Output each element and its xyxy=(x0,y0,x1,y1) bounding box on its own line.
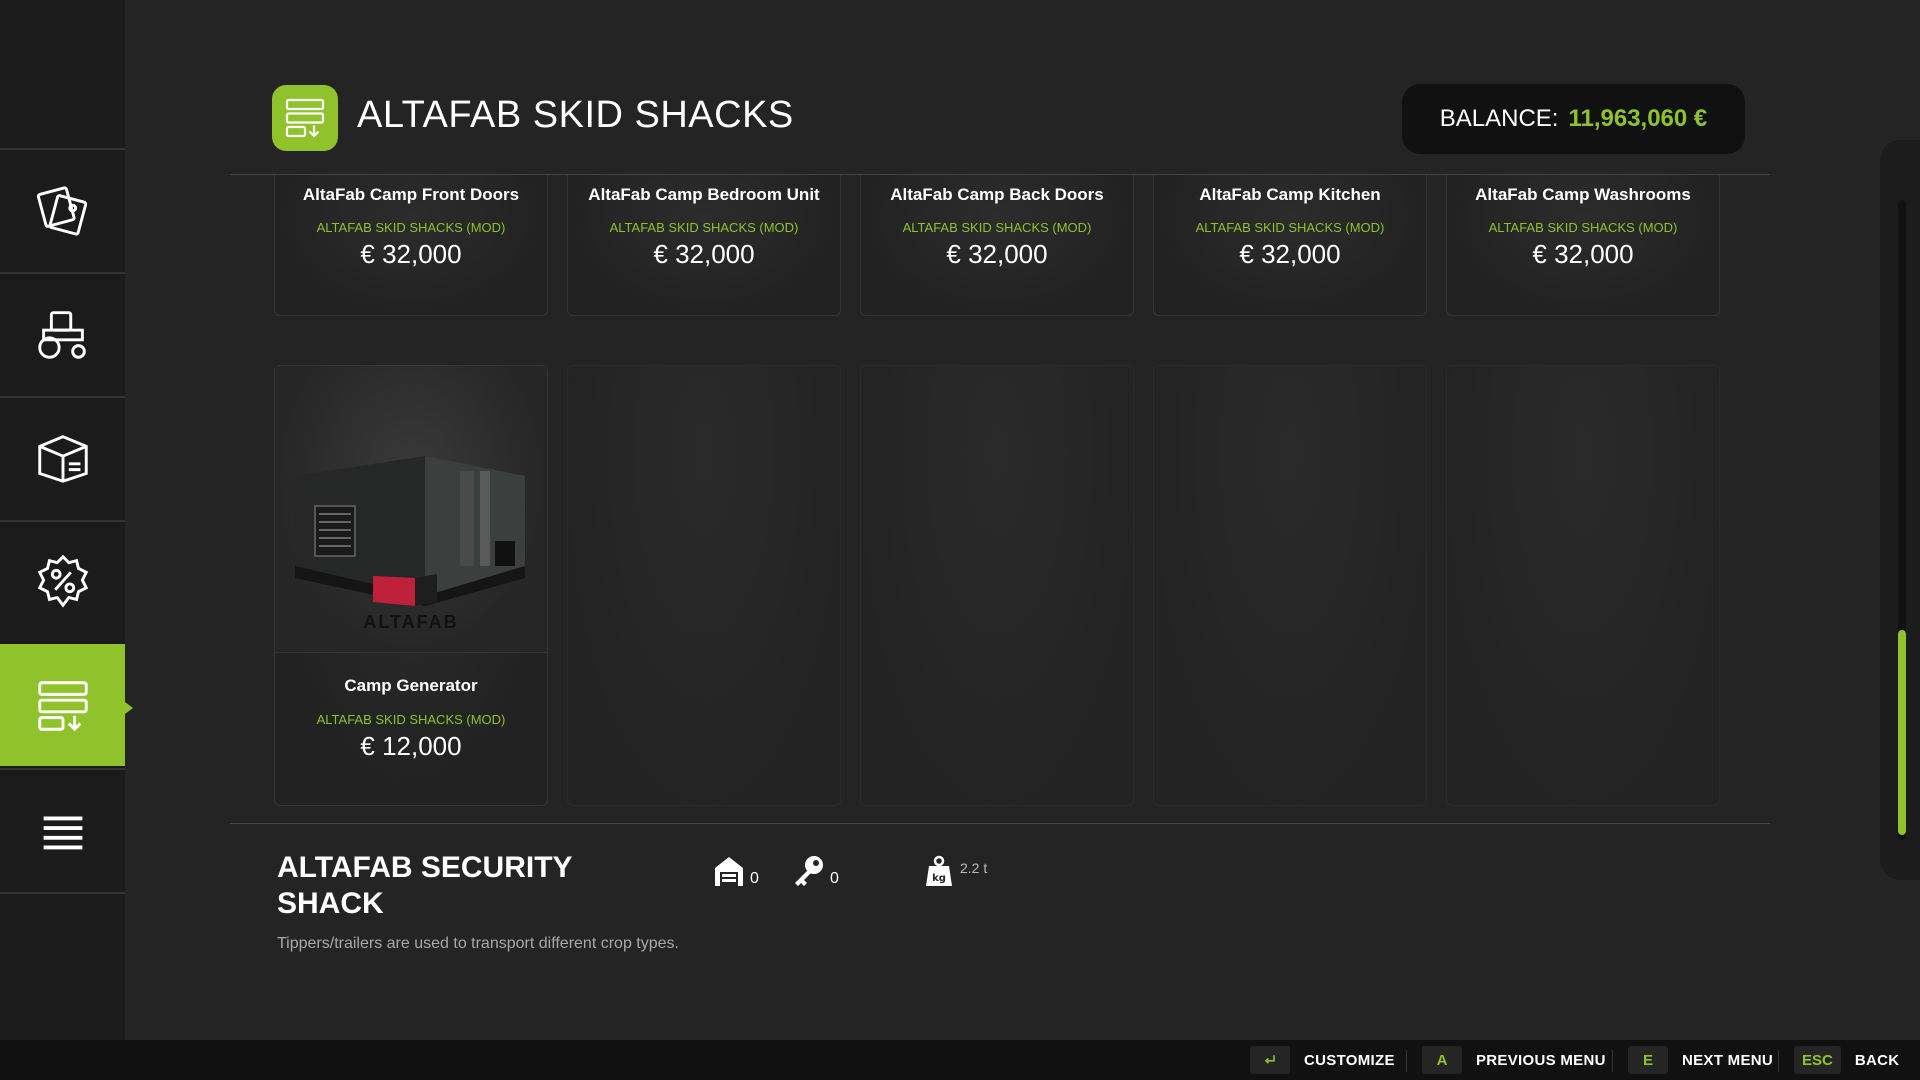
item-name: AltaFab Camp Kitchen xyxy=(1199,185,1381,204)
back-action[interactable]: ESC BACK xyxy=(1794,1040,1899,1080)
item-price: € 32,000 xyxy=(1532,239,1634,269)
previous-menu-label: PREVIOUS MENU xyxy=(1476,1051,1606,1069)
key-badge: E xyxy=(1628,1046,1668,1074)
empty-slot xyxy=(567,365,841,806)
previous-menu-action[interactable]: A PREVIOUS MENU xyxy=(1422,1040,1606,1080)
footer-separator xyxy=(1406,1050,1407,1072)
shop-item-card[interactable]: AltaFab Camp Kitchen ALTAFAB SKID SHACKS… xyxy=(1153,175,1427,316)
shop-item-card-selected[interactable]: ALTAFAB Camp Generator ALTAFAB SKID SHAC… xyxy=(274,365,548,806)
brand-logo-text: ALTAFAB xyxy=(363,612,459,632)
item-price: € 32,000 xyxy=(653,239,755,269)
item-name: AltaFab Camp Front Doors xyxy=(302,185,520,204)
sidebar-item-objects[interactable] xyxy=(0,396,125,518)
item-name: AltaFab Camp Bedroom Unit xyxy=(588,185,820,204)
sidebar-item-vehicles[interactable] xyxy=(0,272,125,394)
detail-title: ALTAFAB SECURITY SHACK xyxy=(277,851,573,920)
balance-value: 11,963,060 € xyxy=(1568,105,1708,132)
sidebar-divider xyxy=(0,892,125,894)
generator-image xyxy=(295,456,525,606)
enter-key-icon xyxy=(1250,1046,1290,1074)
percent-badge-icon xyxy=(37,554,88,608)
footer-separator xyxy=(1612,1050,1613,1072)
item-category: ALTAFAB SKID SHACKS (MOD) xyxy=(902,220,1092,235)
skid-shack-icon xyxy=(37,681,88,732)
key-badge: ESC xyxy=(1794,1046,1841,1074)
back-label: BACK xyxy=(1854,1051,1900,1069)
garage-icon xyxy=(715,857,743,886)
sidebar xyxy=(0,0,133,1040)
weight-value: 2.2 t xyxy=(960,860,988,876)
weight-icon: kg xyxy=(926,855,952,886)
list-icon xyxy=(43,816,82,850)
balance-display: BALANCE: 11,963,060 € xyxy=(1402,84,1745,154)
skid-shack-icon xyxy=(285,98,325,138)
shop-item-card[interactable]: AltaFab Camp Front Doors ALTAFAB SKID SH… xyxy=(274,175,548,316)
tractor-icon xyxy=(37,311,86,359)
shop-item-card[interactable]: AltaFab Camp Bedroom Unit ALTAFAB SKID S… xyxy=(567,175,841,316)
item-price: € 32,000 xyxy=(946,239,1048,269)
key-stat: 0 xyxy=(792,854,839,888)
footer-separator xyxy=(1778,1050,1779,1072)
item-image: ALTAFAB xyxy=(275,366,547,653)
empty-slot xyxy=(1153,365,1427,806)
next-menu-action[interactable]: E NEXT MENU xyxy=(1628,1040,1773,1080)
footer-bar: CUSTOMIZE A PREVIOUS MENU E NEXT MENU ES… xyxy=(0,1040,1920,1080)
customize-label: CUSTOMIZE xyxy=(1304,1051,1395,1069)
key-badge: A xyxy=(1422,1046,1462,1074)
item-price: € 32,000 xyxy=(360,239,462,269)
empty-slot xyxy=(1446,365,1720,806)
next-menu-label: NEXT MENU xyxy=(1682,1051,1774,1069)
detail-divider xyxy=(230,823,1770,824)
item-category: ALTAFAB SKID SHACKS (MOD) xyxy=(316,220,506,235)
key-count: 0 xyxy=(830,870,839,887)
balance-label: BALANCE: xyxy=(1439,105,1559,132)
item-name: AltaFab Camp Back Doors xyxy=(890,185,1104,204)
box-icon xyxy=(37,435,88,483)
item-name: AltaFab Camp Washrooms xyxy=(1475,185,1691,204)
svg-text:kg: kg xyxy=(932,873,946,884)
item-category: ALTAFAB SKID SHACKS (MOD) xyxy=(609,220,799,235)
item-category: ALTAFAB SKID SHACKS (MOD) xyxy=(1195,220,1385,235)
sidebar-item-menu[interactable] xyxy=(0,768,125,890)
category-icon xyxy=(272,85,338,151)
garage-stat: 0 xyxy=(712,854,759,888)
shop-item-card[interactable]: AltaFab Camp Back Doors ALTAFAB SKID SHA… xyxy=(860,175,1134,316)
garage-count: 0 xyxy=(750,870,759,887)
weight-stat: kg 2.2 t xyxy=(922,854,987,888)
shop-item-card[interactable]: AltaFab Camp Washrooms ALTAFAB SKID SHAC… xyxy=(1446,175,1720,316)
sidebar-item-sales-offers[interactable] xyxy=(0,520,125,642)
tag-icon xyxy=(36,186,87,236)
item-category: ALTAFAB SKID SHACKS (MOD) xyxy=(1488,220,1678,235)
empty-slot xyxy=(860,365,1134,806)
item-name: Camp Generator xyxy=(344,676,478,695)
scrollbar-thumb[interactable] xyxy=(1898,630,1906,835)
sidebar-item-sales[interactable] xyxy=(0,148,125,270)
detail-description: Tippers/trailers are used to transport d… xyxy=(277,935,679,952)
page-title: ALTAFAB SKID SHACKS xyxy=(357,94,794,136)
item-category: ALTAFAB SKID SHACKS (MOD) xyxy=(316,712,506,727)
item-price: € 12,000 xyxy=(360,731,462,761)
key-icon xyxy=(795,856,823,886)
item-price: € 32,000 xyxy=(1239,239,1341,269)
customize-action[interactable]: CUSTOMIZE xyxy=(1250,1040,1395,1080)
sidebar-item-skid-shacks[interactable] xyxy=(0,644,133,766)
